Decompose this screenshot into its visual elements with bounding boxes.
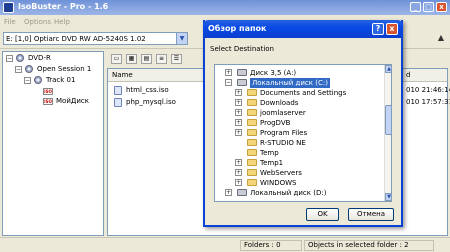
expand-icon[interactable]: + — [235, 169, 242, 176]
browse-folder-dialog: Обзор папок ? x Select Destination ▲ ▼ +… — [203, 20, 403, 227]
dialog-title-bar[interactable]: Обзор папок ? x — [203, 20, 403, 38]
drive-icon — [237, 189, 247, 196]
scroll-up-icon[interactable]: ▲ — [385, 65, 391, 73]
drive-select-value: E: [1,0] Optiarc DVD RW AD-5240S 1.02 — [6, 35, 146, 43]
chevron-down-icon[interactable]: ▼ — [176, 33, 187, 44]
status-bar: Folders : 0 Objects in selected folder :… — [0, 237, 450, 252]
dialog-help-button[interactable]: ? — [372, 23, 384, 35]
column-name[interactable]: Name — [112, 71, 133, 79]
expand-icon[interactable]: + — [235, 179, 242, 186]
close-button[interactable]: x — [436, 2, 447, 12]
expand-icon[interactable]: + — [235, 119, 242, 126]
file-icon — [114, 86, 122, 95]
collapse-icon[interactable]: − — [225, 79, 232, 86]
list-item-name[interactable]: html_css.iso — [126, 85, 169, 95]
folder-tree-item[interactable]: Downloads — [260, 98, 298, 108]
folder-up-icon[interactable]: ▭ — [111, 54, 122, 64]
folder-tree-item[interactable]: Локальный диск (D:) — [250, 188, 326, 198]
dialog-close-button[interactable]: x — [386, 23, 398, 35]
drive-select[interactable]: E: [1,0] Optiarc DVD RW AD-5240S 1.02 ▼ — [3, 32, 188, 45]
small-icons-icon[interactable]: ▤ — [141, 54, 152, 64]
app-icon — [3, 2, 14, 13]
folder-tree-item[interactable]: Локальный диск (C:) — [250, 78, 330, 88]
disc-tree[interactable]: − DVD-R − Open Session 1 − Track 01 ISO … — [2, 51, 104, 236]
folder-tree-item[interactable]: ProgDVB — [260, 118, 290, 128]
iso-icon: ISO — [43, 88, 53, 95]
scroll-down-icon[interactable]: ▼ — [385, 193, 391, 201]
expand-icon[interactable]: + — [235, 159, 242, 166]
collapse-icon[interactable]: − — [24, 77, 31, 84]
folder-tree-item[interactable]: joomlaserver — [260, 108, 306, 118]
drive-icon — [237, 69, 247, 76]
expand-icon[interactable]: + — [235, 99, 242, 106]
folder-tree-item[interactable]: Диск 3,5 (A:) — [250, 68, 296, 78]
expand-icon[interactable]: + — [235, 89, 242, 96]
ok-button[interactable]: OK — [306, 208, 339, 221]
window-title-bar[interactable]: IsoBuster - Pro - 1.6 _ □ x — [0, 0, 450, 15]
large-icons-icon[interactable]: ▦ — [126, 54, 137, 64]
dialog-title: Обзор папок — [208, 24, 267, 33]
drive-icon — [237, 79, 247, 86]
folder-icon — [247, 149, 257, 156]
cancel-button[interactable]: Отмена — [348, 208, 394, 221]
folder-tree-item[interactable]: R-STUDIO NE — [260, 138, 306, 148]
minimize-button[interactable]: _ — [410, 2, 421, 12]
tree-item-session[interactable]: Open Session 1 — [37, 64, 91, 74]
dialog-prompt: Select Destination — [210, 45, 274, 53]
tree-item-track[interactable]: Track 01 — [46, 75, 75, 85]
list-item-date: 010 17:57:31 — [406, 98, 450, 106]
folder-icon — [247, 99, 257, 106]
folder-tree-item[interactable]: WINDOWS — [260, 178, 297, 188]
column-date[interactable]: d — [406, 71, 410, 79]
collapse-icon[interactable]: − — [15, 66, 22, 73]
expand-icon[interactable]: + — [235, 109, 242, 116]
folder-icon — [247, 139, 257, 146]
menu-options[interactable]: Options — [24, 18, 51, 26]
folder-tree-item[interactable]: WebServers — [260, 168, 302, 178]
folder-icon — [247, 89, 257, 96]
menu-file[interactable]: File — [4, 18, 16, 26]
folder-icon — [247, 129, 257, 136]
scrollbar[interactable]: ▲ ▼ — [384, 65, 391, 201]
folder-tree-item[interactable]: Temp — [260, 148, 279, 158]
maximize-button[interactable]: □ — [423, 2, 434, 12]
status-folders: Folders : 0 — [240, 240, 302, 251]
folder-tree-item[interactable]: Program Files — [260, 128, 307, 138]
window-title: IsoBuster - Pro - 1.6 — [18, 2, 109, 11]
session-icon — [25, 65, 33, 73]
collapse-icon[interactable]: − — [6, 55, 13, 62]
folder-icon — [247, 109, 257, 116]
menu-help[interactable]: Help — [54, 18, 70, 26]
folder-icon — [247, 159, 257, 166]
folder-tree-item[interactable]: Temp1 — [260, 158, 283, 168]
expand-icon[interactable]: + — [235, 129, 242, 136]
track-icon — [34, 76, 42, 84]
disc-icon — [16, 54, 24, 62]
folder-tree[interactable]: ▲ ▼ + Диск 3,5 (A:) − Локальный диск (C:) + D… — [214, 64, 392, 202]
folder-icon — [247, 119, 257, 126]
iso-icon: ISO — [43, 98, 53, 105]
folder-icon — [247, 169, 257, 176]
list-item-name[interactable]: php_mysql.iso — [126, 97, 176, 107]
expand-icon[interactable]: + — [225, 69, 232, 76]
scroll-thumb[interactable] — [385, 105, 391, 135]
expand-icon[interactable]: + — [225, 189, 232, 196]
folder-icon — [247, 179, 257, 186]
list-view-icon[interactable]: ≡ — [156, 54, 167, 64]
status-objects: Objects in selected folder : 2 — [304, 240, 434, 251]
details-view-icon[interactable]: ☰ — [171, 54, 182, 64]
tree-item-moydisk[interactable]: МойДиск — [56, 96, 89, 106]
folder-tree-item[interactable]: Documents and Settings — [260, 88, 346, 98]
tree-item-dvd-r[interactable]: DVD-R — [28, 53, 51, 63]
file-icon — [114, 98, 122, 107]
list-item-date: 010 21:46:14 — [406, 86, 450, 94]
eject-icon[interactable]: ▲ — [436, 33, 446, 43]
